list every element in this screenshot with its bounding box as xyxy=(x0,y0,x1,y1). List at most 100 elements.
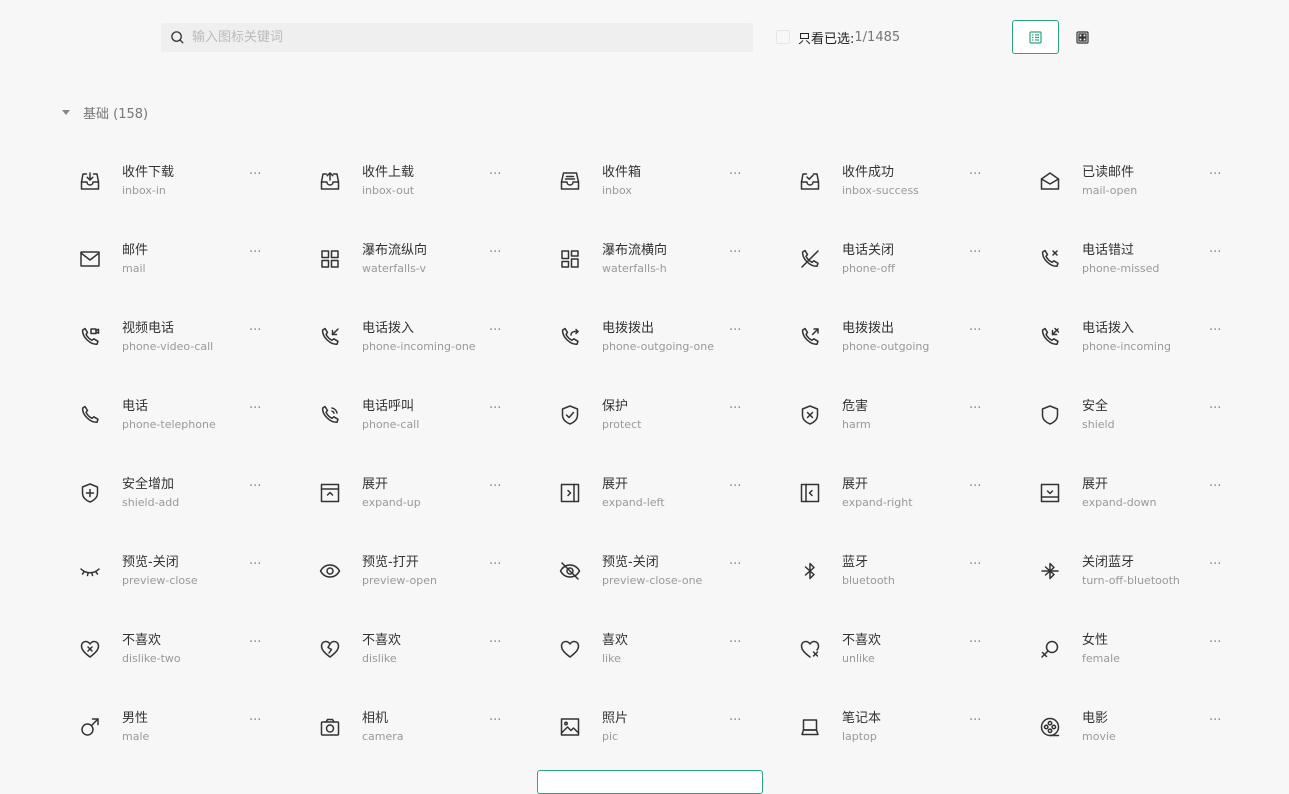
icon-card-phone-video-call[interactable]: 视频电话 phone-video-call ··· xyxy=(60,297,300,375)
more-options-button[interactable]: ··· xyxy=(489,635,501,650)
more-options-button[interactable]: ··· xyxy=(969,635,981,650)
icon-card-preview-open[interactable]: 预览-打开 preview-open ··· xyxy=(300,531,540,609)
more-options-button[interactable]: ··· xyxy=(489,401,501,416)
icon-card-phone-telephone[interactable]: 电话 phone-telephone ··· xyxy=(60,375,300,453)
more-options-button[interactable]: ··· xyxy=(489,323,501,338)
icon-card-expand-right[interactable]: 展开 expand-right ··· xyxy=(780,453,1020,531)
icon-card-dislike-two[interactable]: 不喜欢 dislike-two ··· xyxy=(60,609,300,687)
more-options-button[interactable]: ··· xyxy=(1209,245,1221,260)
icon-card-expand-down[interactable]: 展开 expand-down ··· xyxy=(1020,453,1260,531)
more-options-button[interactable]: ··· xyxy=(969,713,981,728)
icon-card-expand-left[interactable]: 展开 expand-left ··· xyxy=(540,453,780,531)
icon-card-protect[interactable]: 保护 protect ··· xyxy=(540,375,780,453)
icon-card-inbox-out[interactable]: 收件上载 inbox-out ··· xyxy=(300,141,540,219)
search-input[interactable] xyxy=(192,23,732,52)
icon-card-inbox-success[interactable]: 收件成功 inbox-success ··· xyxy=(780,141,1020,219)
more-options-button[interactable]: ··· xyxy=(249,713,261,728)
more-options-button[interactable]: ··· xyxy=(249,557,261,572)
icon-card-inbox[interactable]: 收件箱 inbox ··· xyxy=(540,141,780,219)
more-options-button[interactable]: ··· xyxy=(249,479,261,494)
selected-only-checkbox[interactable] xyxy=(776,30,790,44)
more-options-button[interactable]: ··· xyxy=(969,401,981,416)
more-options-button[interactable]: ··· xyxy=(969,167,981,182)
icon-card-phone-incoming-one[interactable]: 电话拨入 phone-incoming-one ··· xyxy=(300,297,540,375)
more-options-button[interactable]: ··· xyxy=(249,167,261,182)
icon-card-expand-up[interactable]: 展开 expand-up ··· xyxy=(300,453,540,531)
grid-view-icon xyxy=(1076,30,1089,44)
more-options-button[interactable]: ··· xyxy=(1209,323,1221,338)
more-options-button[interactable]: ··· xyxy=(1209,713,1221,728)
list-view-button[interactable] xyxy=(1012,20,1059,54)
icon-card-laptop[interactable]: 笔记本 laptop ··· xyxy=(780,687,1020,765)
icon-card-turn-off-bluetooth[interactable]: 关闭蓝牙 turn-off-bluetooth ··· xyxy=(1020,531,1260,609)
more-options-button[interactable]: ··· xyxy=(969,245,981,260)
more-options-button[interactable]: ··· xyxy=(729,167,741,182)
more-options-button[interactable]: ··· xyxy=(249,635,261,650)
icon-card-pic[interactable]: 照片 pic ··· xyxy=(540,687,780,765)
icon-card-movie[interactable]: 电影 movie ··· xyxy=(1020,687,1260,765)
more-options-button[interactable]: ··· xyxy=(969,479,981,494)
load-more-button[interactable] xyxy=(537,770,763,794)
icon-card-harm[interactable]: 危害 harm ··· xyxy=(780,375,1020,453)
icon-en-name: turn-off-bluetooth xyxy=(1082,574,1180,587)
icon-card-unlike[interactable]: 不喜欢 unlike ··· xyxy=(780,609,1020,687)
icon-card-preview-close[interactable]: 预览-关闭 preview-close ··· xyxy=(60,531,300,609)
more-options-button[interactable]: ··· xyxy=(1209,167,1221,182)
icon-en-name: dislike-two xyxy=(122,652,181,665)
icon-card-preview-close-one[interactable]: 预览-关闭 preview-close-one ··· xyxy=(540,531,780,609)
more-options-button[interactable]: ··· xyxy=(249,245,261,260)
grid-view-button[interactable] xyxy=(1059,20,1106,54)
icon-card-waterfalls-v[interactable]: 瀑布流纵向 waterfalls-v ··· xyxy=(300,219,540,297)
more-options-button[interactable]: ··· xyxy=(729,323,741,338)
icon-card-mail-open[interactable]: 已读邮件 mail-open ··· xyxy=(1020,141,1260,219)
icon-card-bluetooth[interactable]: 蓝牙 bluetooth ··· xyxy=(780,531,1020,609)
icon-card-waterfalls-h[interactable]: 瀑布流横向 waterfalls-h ··· xyxy=(540,219,780,297)
more-options-button[interactable]: ··· xyxy=(969,323,981,338)
icon-card-phone-missed[interactable]: 电话错过 phone-missed ··· xyxy=(1020,219,1260,297)
more-options-button[interactable]: ··· xyxy=(1209,635,1221,650)
icon-card-female[interactable]: 女性 female ··· xyxy=(1020,609,1260,687)
icon-card-inbox-in[interactable]: 收件下载 inbox-in ··· xyxy=(60,141,300,219)
icon-en-name: inbox-success xyxy=(842,184,919,197)
icon-card-like[interactable]: 喜欢 like ··· xyxy=(540,609,780,687)
selected-only-filter[interactable]: 只看已选: 1/1485 xyxy=(776,28,900,47)
icon-card-phone-call[interactable]: 电话呼叫 phone-call ··· xyxy=(300,375,540,453)
icon-card-shield[interactable]: 安全 shield ··· xyxy=(1020,375,1260,453)
more-options-button[interactable]: ··· xyxy=(249,401,261,416)
more-options-button[interactable]: ··· xyxy=(489,167,501,182)
icon-cn-name: 关闭蓝牙 xyxy=(1082,555,1135,570)
icon-en-name: phone-incoming-one xyxy=(362,340,476,353)
more-options-button[interactable]: ··· xyxy=(489,557,501,572)
more-options-button[interactable]: ··· xyxy=(729,557,741,572)
icon-en-name: preview-close-one xyxy=(602,574,703,587)
more-options-button[interactable]: ··· xyxy=(1209,557,1221,572)
more-options-button[interactable]: ··· xyxy=(729,401,741,416)
icon-card-dislike[interactable]: 不喜欢 dislike ··· xyxy=(300,609,540,687)
search-bar[interactable] xyxy=(161,23,753,52)
dislike-two-icon xyxy=(78,637,102,661)
more-options-button[interactable]: ··· xyxy=(1209,479,1221,494)
icon-cn-name: 笔记本 xyxy=(842,711,882,726)
icon-card-mail[interactable]: 邮件 mail ··· xyxy=(60,219,300,297)
more-options-button[interactable]: ··· xyxy=(489,245,501,260)
icon-card-phone-outgoing-one[interactable]: 电拨拨出 phone-outgoing-one ··· xyxy=(540,297,780,375)
more-options-button[interactable]: ··· xyxy=(729,635,741,650)
more-options-button[interactable]: ··· xyxy=(729,245,741,260)
icon-cn-name: 已读邮件 xyxy=(1082,165,1135,180)
icon-card-phone-outgoing[interactable]: 电拨拨出 phone-outgoing ··· xyxy=(780,297,1020,375)
more-options-button[interactable]: ··· xyxy=(1209,401,1221,416)
icon-card-male[interactable]: 男性 male ··· xyxy=(60,687,300,765)
more-options-button[interactable]: ··· xyxy=(249,323,261,338)
male-icon xyxy=(78,715,102,739)
section-header-basic[interactable]: 基础 (158) xyxy=(62,102,148,122)
more-options-button[interactable]: ··· xyxy=(969,557,981,572)
icon-card-phone-incoming[interactable]: 电话拨入 phone-incoming ··· xyxy=(1020,297,1260,375)
more-options-button[interactable]: ··· xyxy=(729,479,741,494)
icon-card-phone-off[interactable]: 电话关闭 phone-off ··· xyxy=(780,219,1020,297)
icon-cn-name: 展开 xyxy=(362,477,389,492)
icon-card-camera[interactable]: 相机 camera ··· xyxy=(300,687,540,765)
icon-card-shield-add[interactable]: 安全增加 shield-add ··· xyxy=(60,453,300,531)
more-options-button[interactable]: ··· xyxy=(729,713,741,728)
more-options-button[interactable]: ··· xyxy=(489,479,501,494)
more-options-button[interactable]: ··· xyxy=(489,713,501,728)
